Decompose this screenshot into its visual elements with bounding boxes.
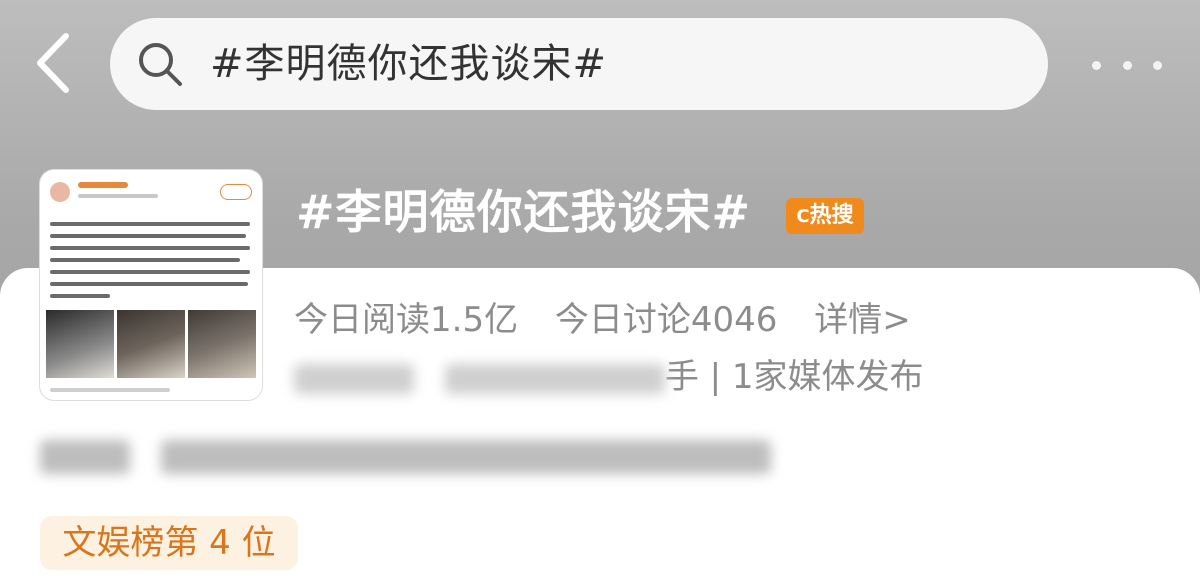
thumbnail-photo xyxy=(117,310,185,378)
thumbnail-text-line xyxy=(50,258,240,262)
more-icon xyxy=(1153,60,1162,70)
more-button[interactable] xyxy=(1092,50,1162,80)
back-arrow-icon xyxy=(37,33,69,93)
thumbnail-text-line xyxy=(50,246,250,250)
blurred-text xyxy=(294,363,414,394)
thumbnail-username xyxy=(78,182,128,188)
hot-search-icon: C xyxy=(796,206,810,227)
thumbnail-follow xyxy=(220,184,252,200)
read-count: 今日阅读1.5亿 xyxy=(294,300,519,340)
more-icon xyxy=(1092,60,1101,70)
hot-search-label: 热搜 xyxy=(809,203,854,228)
back-button[interactable] xyxy=(30,28,80,98)
topic-lead xyxy=(40,434,780,480)
thumbnail-text-line xyxy=(50,294,110,298)
rank-badge[interactable]: 文娱榜第 4 位 xyxy=(40,516,298,570)
blurred-text xyxy=(161,440,772,474)
blurred-text xyxy=(444,363,665,394)
thumbnail-text-line xyxy=(50,282,248,286)
search-query[interactable]: #李明德你还我谈宋# xyxy=(210,18,607,110)
topic-title: #李明德你还我谈宋# xyxy=(296,185,752,239)
thumbnail-text-line xyxy=(50,234,246,238)
more-icon xyxy=(1122,60,1132,70)
thumbnail-footer xyxy=(50,388,170,392)
topic-stats: 今日阅读1.5亿 今日讨论4046 详情> xyxy=(294,296,937,344)
topic-hosts: 手 | 1家媒体发布 xyxy=(294,352,924,402)
topic-thumbnail[interactable] xyxy=(40,170,262,400)
hosts-suffix: 手 | 1家媒体发布 xyxy=(664,357,924,397)
thumbnail-photo xyxy=(188,310,256,378)
detail-link[interactable]: 详情> xyxy=(814,300,911,340)
discuss-count: 今日讨论4046 xyxy=(554,300,778,340)
search-bar[interactable]: #李明德你还我谈宋# xyxy=(110,18,1048,110)
search-icon xyxy=(139,43,182,86)
hot-search-badge: C热搜 xyxy=(786,198,864,234)
blurred-text xyxy=(40,440,130,474)
thumbnail-photo xyxy=(46,310,114,378)
thumbnail-meta xyxy=(78,194,158,198)
thumbnail-text-line xyxy=(50,222,250,226)
thumbnail-text-line xyxy=(50,270,250,274)
avatar xyxy=(50,182,70,202)
